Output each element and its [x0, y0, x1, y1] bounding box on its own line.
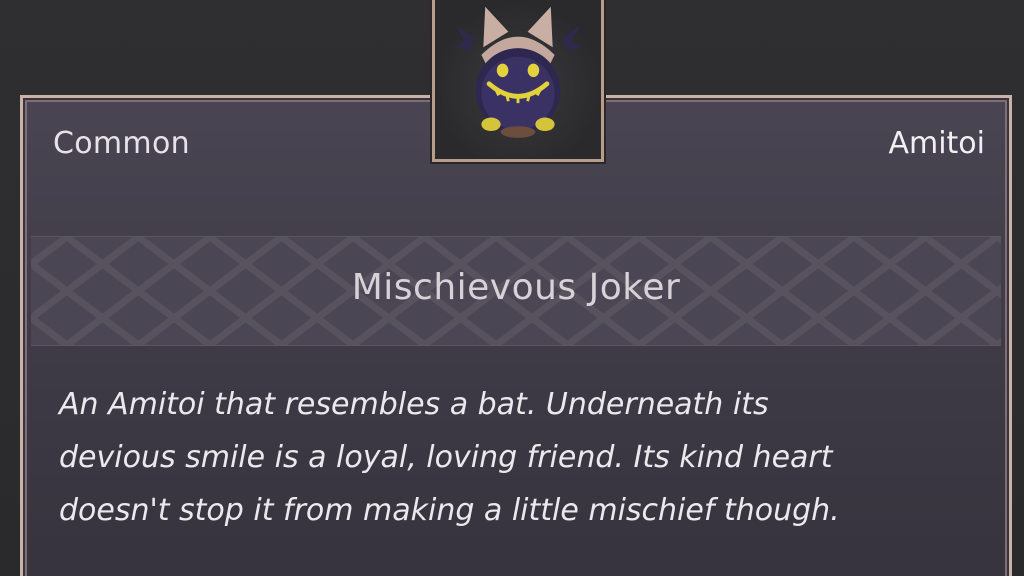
- rarity-label: Common: [53, 126, 190, 161]
- item-portrait: [432, 0, 604, 162]
- bat-amitoi-icon: [454, 6, 582, 138]
- description-line: An Amitoi that resembles a bat. Undernea…: [59, 387, 769, 422]
- item-tooltip-scene: Common Amitoi Mischievous Joker An Amito…: [0, 0, 1024, 576]
- title-banner: Mischievous Joker: [31, 236, 1001, 346]
- category-label: Amitoi: [888, 126, 985, 161]
- item-card: Common Amitoi Mischievous Joker An Amito…: [20, 95, 1012, 576]
- item-name: Mischievous Joker: [351, 267, 681, 308]
- item-description: An Amitoi that resembles a bat. Undernea…: [59, 378, 959, 537]
- description-line: devious smile is a loyal, loving friend.…: [59, 440, 833, 475]
- description-line: doesn't stop it from making a little mis…: [59, 493, 840, 528]
